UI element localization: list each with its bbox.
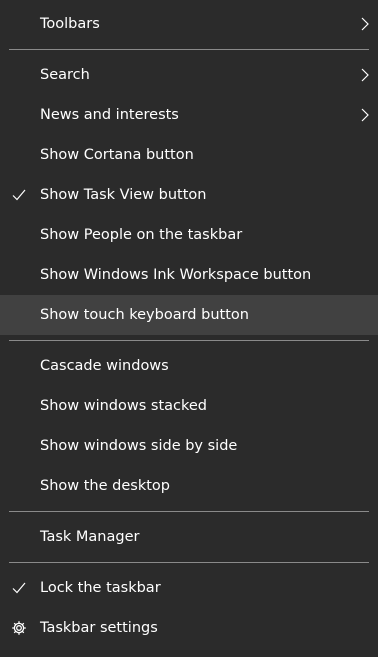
- menu-item-task-manager[interactable]: Task Manager: [0, 517, 378, 557]
- menu-item-show-the-desktop[interactable]: Show the desktop: [0, 466, 378, 506]
- menu-item-show-windows-stacked[interactable]: Show windows stacked: [0, 386, 378, 426]
- menu-separator: [0, 557, 378, 568]
- menu-item-taskbar-settings[interactable]: Taskbar settings: [0, 608, 378, 648]
- menu-item-label: Show Windows Ink Workspace button: [40, 267, 312, 283]
- menu-item-show-touch-keyboard-button[interactable]: Show touch keyboard button: [0, 295, 378, 335]
- menu-item-label: Task Manager: [40, 529, 140, 545]
- menu-separator: [0, 335, 378, 346]
- menu-item-label: Show Task View button: [40, 187, 207, 203]
- menu-item-label: Show windows side by side: [40, 438, 238, 454]
- menu-separator: [0, 44, 378, 55]
- chevron-right-icon: [361, 108, 369, 122]
- menu-item-label: Lock the taskbar: [40, 580, 161, 596]
- checkmark-icon: [12, 582, 26, 594]
- menu-item-cascade-windows[interactable]: Cascade windows: [0, 346, 378, 386]
- taskbar-context-menu: Toolbars Search News and interests Show …: [0, 0, 378, 657]
- menu-item-label: Cascade windows: [40, 358, 169, 374]
- menu-item-show-windows-ink-workspace-button[interactable]: Show Windows Ink Workspace button: [0, 255, 378, 295]
- menu-item-show-task-view-button[interactable]: Show Task View button: [0, 175, 378, 215]
- menu-item-label: Toolbars: [40, 16, 100, 32]
- menu-item-show-cortana-button[interactable]: Show Cortana button: [0, 135, 378, 175]
- checkmark-icon: [12, 189, 26, 201]
- chevron-right-icon: [361, 17, 369, 31]
- menu-item-show-people-on-taskbar[interactable]: Show People on the taskbar: [0, 215, 378, 255]
- menu-item-label: Search: [40, 67, 90, 83]
- menu-item-label: Show the desktop: [40, 478, 170, 494]
- gear-icon: [12, 621, 26, 635]
- chevron-right-icon: [361, 68, 369, 82]
- menu-item-label: Show touch keyboard button: [40, 307, 249, 323]
- menu-item-toolbars[interactable]: Toolbars: [0, 4, 378, 44]
- menu-item-label: Show windows stacked: [40, 398, 208, 414]
- menu-item-label: Show Cortana button: [40, 147, 194, 163]
- menu-item-label: Show People on the taskbar: [40, 227, 243, 243]
- menu-item-show-windows-side-by-side[interactable]: Show windows side by side: [0, 426, 378, 466]
- menu-item-lock-the-taskbar[interactable]: Lock the taskbar: [0, 568, 378, 608]
- menu-item-search[interactable]: Search: [0, 55, 378, 95]
- menu-separator: [0, 506, 378, 517]
- menu-item-news-and-interests[interactable]: News and interests: [0, 95, 378, 135]
- menu-item-label: Taskbar settings: [40, 620, 158, 636]
- menu-item-label: News and interests: [40, 107, 179, 123]
